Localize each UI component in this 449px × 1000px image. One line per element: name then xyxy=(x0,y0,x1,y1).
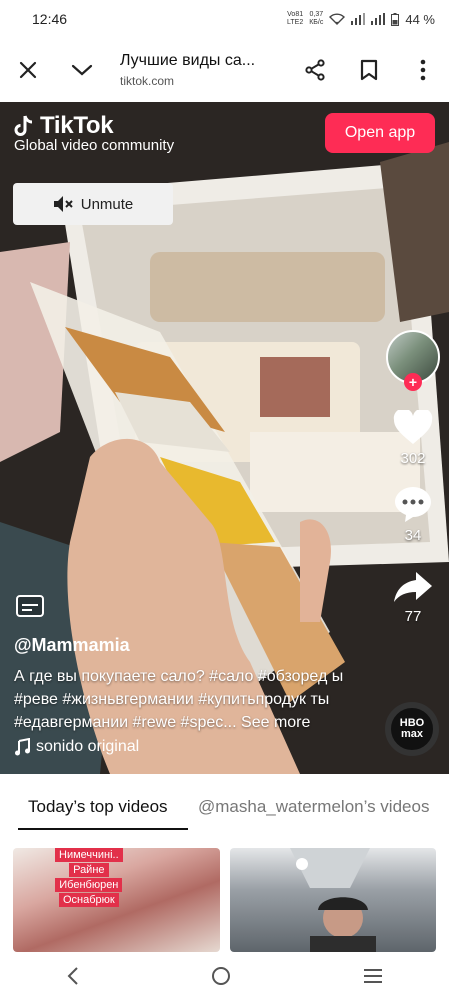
page-url: tiktok.com xyxy=(120,74,175,88)
share-count: 77 xyxy=(404,608,422,625)
recent-apps-icon[interactable] xyxy=(363,968,383,984)
close-icon[interactable] xyxy=(8,50,48,90)
battery-icon xyxy=(391,12,400,26)
bookmark-icon[interactable] xyxy=(349,50,389,90)
tiktok-brand: TikTok xyxy=(40,112,114,139)
comment-action[interactable]: 34 xyxy=(393,485,433,544)
video-thumbnails: Нимеччині.. Райне Ибенбюрен Оснабрюк xyxy=(13,848,436,952)
video-thumbnail[interactable] xyxy=(229,848,436,952)
tiktok-logo[interactable]: TikTok xyxy=(14,112,114,140)
thumbnail-tag: Ибенбюрен xyxy=(55,878,123,892)
unmute-button[interactable]: Unmute xyxy=(13,183,173,225)
video-description: А где вы покупаете сало? #сало #обзоред … xyxy=(14,665,374,734)
share-action[interactable]: 77 xyxy=(392,570,434,625)
back-icon[interactable] xyxy=(66,966,80,986)
signal-icon xyxy=(351,13,366,25)
tiktok-note-icon xyxy=(14,115,33,136)
thumbnail-tag: Оснабрюк xyxy=(58,893,119,907)
video-tabs: Today’s top videos @masha_watermelon’s v… xyxy=(0,784,449,830)
page-title: Лучшие виды са... xyxy=(120,52,256,69)
thumbnail-tags: Нимеччині.. Райне Ибенбюрен Оснабрюк xyxy=(55,848,123,908)
heart-icon xyxy=(393,410,433,444)
sound-name: sonido original xyxy=(36,738,140,755)
system-navbar xyxy=(0,952,449,1000)
tab-top-videos[interactable]: Today’s top videos xyxy=(18,784,188,830)
share-icon[interactable] xyxy=(295,50,335,90)
wifi-icon xyxy=(329,13,346,25)
video-author[interactable]: @Mammamia xyxy=(14,635,130,656)
status-time: 12:46 xyxy=(32,11,68,27)
more-vertical-icon[interactable] xyxy=(403,50,443,90)
captions-icon[interactable] xyxy=(16,594,44,618)
sound-link[interactable]: sonido original xyxy=(14,738,139,756)
status-bar: 12:46 Vo81 LTE2 0,37 КБ/с 44 % xyxy=(0,0,449,38)
tab-user-videos[interactable]: @masha_watermelon’s videos xyxy=(198,784,429,830)
music-note-icon xyxy=(15,738,30,756)
battery-level: 44 % xyxy=(405,11,435,27)
unmute-label: Unmute xyxy=(80,195,134,213)
network-label: Vo81 LTE2 xyxy=(287,11,304,26)
like-count: 302 xyxy=(400,450,426,467)
share-arrow-icon xyxy=(394,572,432,602)
follow-plus-icon[interactable]: + xyxy=(404,373,422,391)
brand-subtitle: Global video community xyxy=(14,137,175,154)
sound-disc[interactable]: HBO max xyxy=(385,702,439,756)
avatar[interactable]: + xyxy=(386,330,440,391)
video-player[interactable]: TikTok Global video community Open app U… xyxy=(0,102,449,774)
like-action[interactable]: 302 xyxy=(393,410,433,467)
video-thumbnail[interactable]: Нимеччині.. Райне Ибенбюрен Оснабрюк xyxy=(13,848,220,952)
thumbnail-tag: Нимеччині.. xyxy=(55,848,123,862)
chevron-down-icon[interactable] xyxy=(62,50,102,90)
thumbnail-tag: Райне xyxy=(69,863,109,877)
page-title-block[interactable]: Лучшие виды са... tiktok.com xyxy=(102,52,295,88)
signal-icon-2 xyxy=(371,13,386,25)
browser-toolbar: Лучшие виды са... tiktok.com xyxy=(0,38,449,102)
comment-count: 34 xyxy=(404,527,422,544)
thumbnail-image xyxy=(289,848,376,952)
side-actions: + 302 34 77 xyxy=(385,330,441,625)
see-more-link[interactable]: See more xyxy=(241,714,310,731)
data-speed: 0,37 КБ/с xyxy=(309,11,324,26)
speaker-muted-icon xyxy=(53,196,73,212)
home-icon[interactable] xyxy=(211,966,231,986)
status-icons: Vo81 LTE2 0,37 КБ/с 44 % xyxy=(287,11,435,27)
open-app-button[interactable]: Open app xyxy=(325,113,435,153)
comment-icon xyxy=(395,487,431,522)
